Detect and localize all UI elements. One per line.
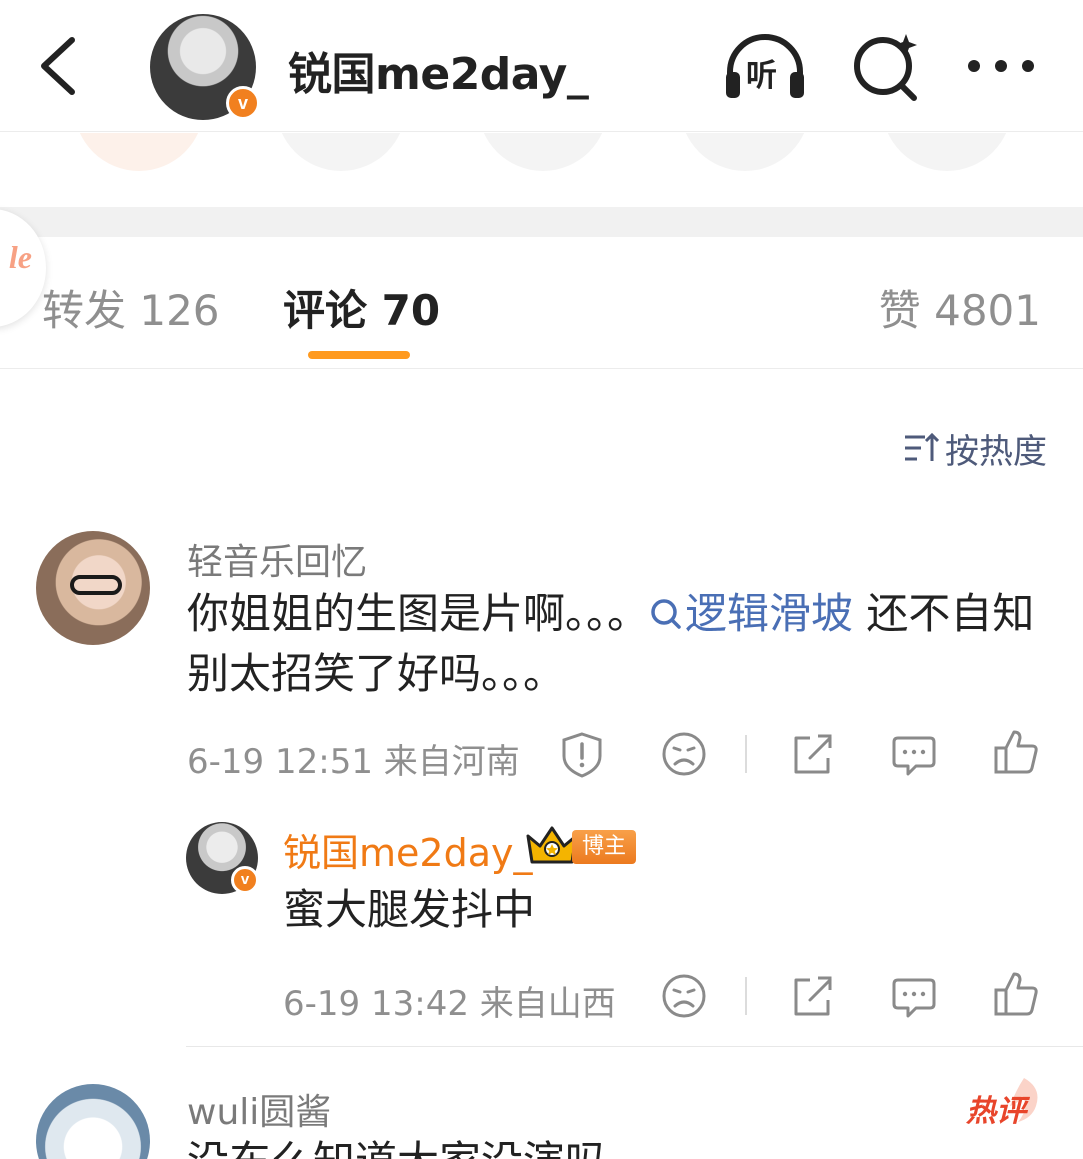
tab-likes[interactable]: 赞 4801 — [879, 277, 1041, 338]
listen-label: 听 — [746, 58, 777, 94]
commenter-avatar[interactable] — [36, 1084, 150, 1159]
back-button[interactable] — [28, 30, 88, 102]
reply-text: 蜜大腿发抖中 — [283, 885, 536, 934]
back-arrow-icon — [41, 37, 75, 95]
divider — [745, 735, 747, 773]
divider — [745, 977, 747, 1015]
weibo-comments-page: v 锐国me2day_ 听 le 转发 126 评论 70 赞 4801 按热度… — [0, 0, 1083, 1159]
faded-avatar-strip — [0, 133, 1083, 207]
more-dots-icon — [968, 60, 1034, 72]
faded-item — [882, 133, 1012, 171]
tab-reposts[interactable]: 转发 126 — [42, 277, 220, 338]
dislike-face-icon — [662, 974, 706, 1018]
tab-comments[interactable]: 评论 70 — [283, 277, 440, 338]
reply-button[interactable] — [890, 972, 938, 1020]
topic-link[interactable]: 逻辑滑坡 — [649, 589, 853, 638]
faded-item — [276, 133, 406, 171]
sort-label: 按热度 — [945, 431, 1047, 472]
report-button[interactable] — [558, 730, 606, 778]
faded-item — [478, 133, 608, 171]
blogger-tag: 博主 — [572, 830, 636, 864]
comment-text: 没东么知道大家没演吗 — [187, 1132, 607, 1159]
floating-logo-text: le — [8, 239, 32, 275]
more-button[interactable] — [966, 40, 1036, 92]
page-title[interactable]: 锐国me2day_ — [288, 38, 589, 102]
avatar-glasses — [70, 575, 122, 595]
reply-meta: 6-19 13:42 来自山西 — [283, 984, 616, 1024]
report-icon — [562, 732, 602, 778]
commenter-name[interactable]: wuli圆酱 — [187, 1083, 331, 1135]
comment-meta: 6-19 12:51 来自河南 — [187, 742, 520, 782]
section-separator — [0, 207, 1083, 237]
comment-icon — [892, 978, 936, 1018]
dislike-button[interactable] — [660, 972, 708, 1020]
commenter-name[interactable]: 轻音乐回忆 — [187, 533, 367, 585]
top-navigation-bar: v 锐国me2day_ 听 — [0, 0, 1083, 132]
faded-item — [680, 133, 810, 171]
like-icon — [994, 972, 1038, 1016]
share-button[interactable] — [788, 730, 836, 778]
dislike-face-icon — [662, 732, 706, 776]
faded-item — [74, 133, 204, 171]
like-icon — [994, 730, 1038, 774]
comment-text-before: 你姐姐的生图是片啊。。。 — [187, 589, 650, 638]
sort-icon — [905, 432, 939, 461]
verified-badge: v — [226, 86, 260, 120]
sort-button[interactable]: 按热度 — [903, 428, 1047, 472]
share-icon — [794, 976, 832, 1016]
verified-badge: v — [231, 866, 259, 894]
comment-text: 你姐姐的生图是片啊。。。 逻辑滑坡 还不自知别太招笑了好吗。。。 — [187, 584, 1047, 704]
reply-button[interactable] — [890, 730, 938, 778]
active-tab-indicator — [308, 351, 410, 359]
search-sparkle-icon — [854, 34, 917, 101]
comment-icon — [892, 736, 936, 776]
share-icon — [794, 734, 832, 774]
tab-bar: le 转发 126 评论 70 赞 4801 — [0, 209, 1083, 369]
dislike-button[interactable] — [660, 730, 708, 778]
search-icon — [651, 599, 681, 629]
commenter-avatar[interactable] — [36, 531, 150, 645]
share-button[interactable] — [788, 972, 836, 1020]
like-button[interactable] — [992, 728, 1040, 776]
search-button[interactable] — [852, 30, 922, 102]
reply-username[interactable]: 锐国me2day_ — [283, 822, 532, 877]
like-button[interactable] — [992, 970, 1040, 1018]
comment-divider — [186, 1046, 1083, 1047]
author-avatar[interactable]: v — [150, 14, 260, 122]
hot-comment-tag: 热评 — [966, 1095, 1026, 1128]
topic-label: 逻辑滑坡 — [685, 589, 854, 638]
